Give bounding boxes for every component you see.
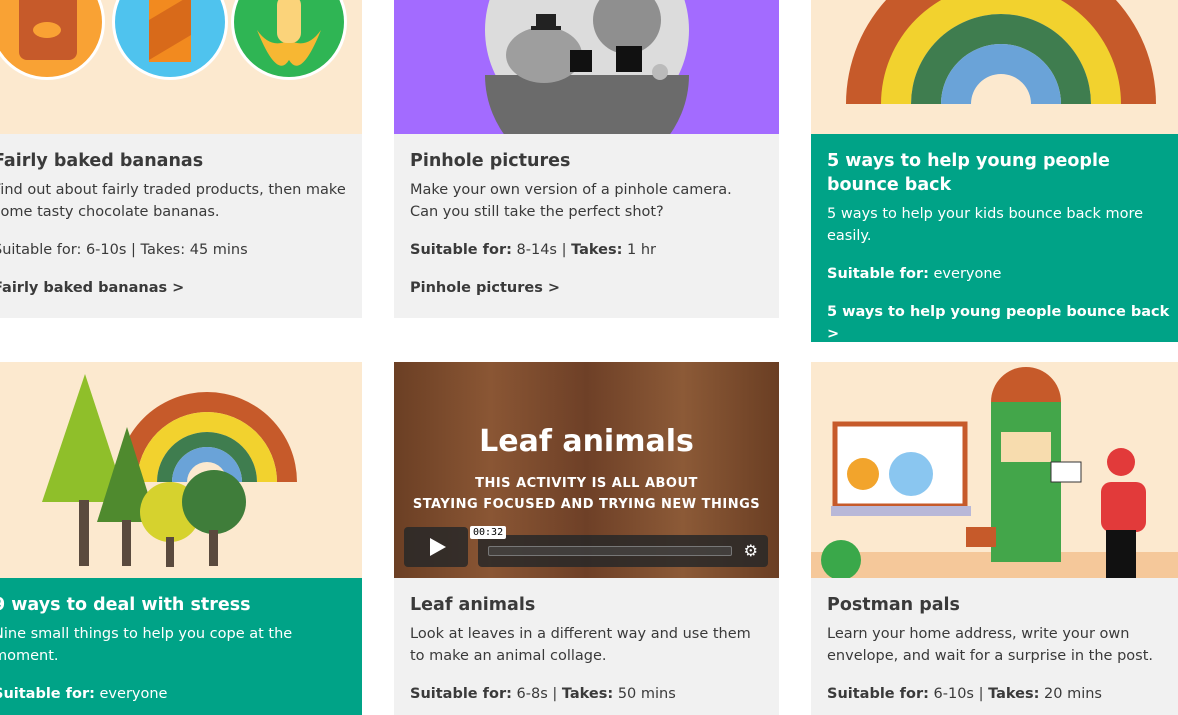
takes-value: 50 mins (617, 686, 676, 702)
takes-value: 1 hr (627, 242, 657, 258)
card-image-rainbow[interactable] (811, 0, 1178, 134)
takes-value: 20 mins (1044, 686, 1102, 702)
card-description: Nine small things to help you cope at th… (0, 626, 293, 664)
video-progress-track[interactable] (488, 546, 732, 556)
card-title: Leaf animals (410, 595, 536, 615)
card-body: Postman pals Learn your home address, wr… (811, 578, 1178, 715)
card-image-postman[interactable] (811, 362, 1178, 578)
suitable-value: 6-8s (516, 686, 548, 702)
card-link[interactable]: 5 ways to help young people bounce back … (827, 301, 1178, 345)
card-meta: Suitable for: 6-10s | Takes: 20 mins (827, 686, 1102, 702)
play-icon (430, 538, 446, 556)
suitable-label: Suitable for: (0, 686, 95, 702)
rainbow-illustration (846, 0, 1156, 104)
card-body: 9 ways to deal with stress Nine small th… (0, 578, 362, 715)
card-meta: Suitable for: everyone (0, 683, 346, 705)
video-player[interactable]: Leaf animals THIS ACTIVITY IS ALL ABOUT … (394, 362, 779, 578)
suitable-label: Suitable for: (0, 242, 82, 258)
video-subtitle-line1: THIS ACTIVITY IS ALL ABOUT (475, 476, 698, 491)
card-deal-with-stress: 9 ways to deal with stress Nine small th… (0, 362, 362, 715)
card-leaf-animals: Leaf animals THIS ACTIVITY IS ALL ABOUT … (394, 362, 779, 715)
suitable-label: Suitable for: (827, 266, 929, 282)
trees-rainbow-illustration (42, 374, 297, 567)
card-title: Pinhole pictures (410, 151, 571, 171)
video-title: Leaf animals (479, 424, 694, 459)
takes-label: Takes: (571, 242, 623, 258)
video-subtitle-line2: STAYING FOCUSED AND TRYING NEW THINGS (412, 497, 761, 512)
card-link[interactable]: Fairly baked bananas > (0, 277, 346, 299)
card-pinhole-pictures: Pinhole pictures Make your own version o… (394, 0, 779, 318)
card-body: Leaf animals Look at leaves in a differe… (394, 578, 779, 715)
suitable-label: Suitable for: (410, 686, 512, 702)
suitable-value: everyone (933, 266, 1002, 282)
card-image-bananas[interactable] (0, 0, 362, 134)
bananas-illustration (0, 0, 347, 80)
card-meta: Suitable for: 6-8s | Takes: 50 mins (410, 686, 676, 702)
card-description: 5 ways to help your kids bounce back mor… (827, 206, 1144, 244)
card-body: 5 ways to help young people bounce back … (811, 134, 1178, 342)
card-description: Learn your home address, write your own … (827, 626, 1153, 664)
takes-label: Takes: (140, 242, 186, 258)
card-title: Postman pals (827, 595, 960, 615)
card-fairly-baked-bananas: Fairly baked bananas Find out about fair… (0, 0, 362, 318)
card-meta: Suitable for: everyone (827, 263, 1178, 285)
card-meta: Suitable for: 8-14s | Takes: 1 hr (410, 242, 657, 258)
card-image-trees-rainbow[interactable] (0, 362, 362, 578)
suitable-value: 6-10s (933, 686, 974, 702)
card-postman-pals: Postman pals Learn your home address, wr… (811, 362, 1178, 715)
card-description: Look at leaves in a different way and us… (410, 626, 751, 664)
suitable-value: everyone (99, 686, 168, 702)
video-time: 00:32 (470, 526, 507, 539)
card-description: Make your own version of a pinhole camer… (410, 182, 732, 220)
card-description: Find out about fairly traded products, t… (0, 182, 346, 220)
gear-icon[interactable]: ⚙ (744, 542, 758, 560)
card-bounce-back: 5 ways to help young people bounce back … (811, 0, 1178, 342)
suitable-value: 8-14s (516, 242, 557, 258)
card-body: Fairly baked bananas Find out about fair… (0, 134, 362, 318)
card-image-pinhole[interactable] (394, 0, 779, 134)
suitable-label: Suitable for: (410, 242, 512, 258)
suitable-label: Suitable for: (827, 686, 929, 702)
suitable-value: 6-10s (85, 242, 127, 258)
video-control-bar: ⚙ (478, 535, 768, 567)
card-link[interactable]: Pinhole pictures > (410, 277, 763, 299)
takes-value: 45 mins (189, 242, 248, 258)
takes-label: Takes: (988, 686, 1040, 702)
card-title: Fairly baked bananas (0, 151, 204, 171)
card-title: 9 ways to deal with stress (0, 595, 251, 615)
takes-label: Takes: (561, 686, 614, 702)
postman-illustration (811, 367, 1178, 578)
card-body: Pinhole pictures Make your own version o… (394, 134, 779, 318)
card-title: 5 ways to help young people bounce back (827, 151, 1110, 195)
play-button[interactable] (404, 527, 468, 567)
card-meta: Suitable for: 6-10s | Takes: 45 mins (0, 239, 346, 261)
pinhole-illustration (485, 0, 689, 134)
